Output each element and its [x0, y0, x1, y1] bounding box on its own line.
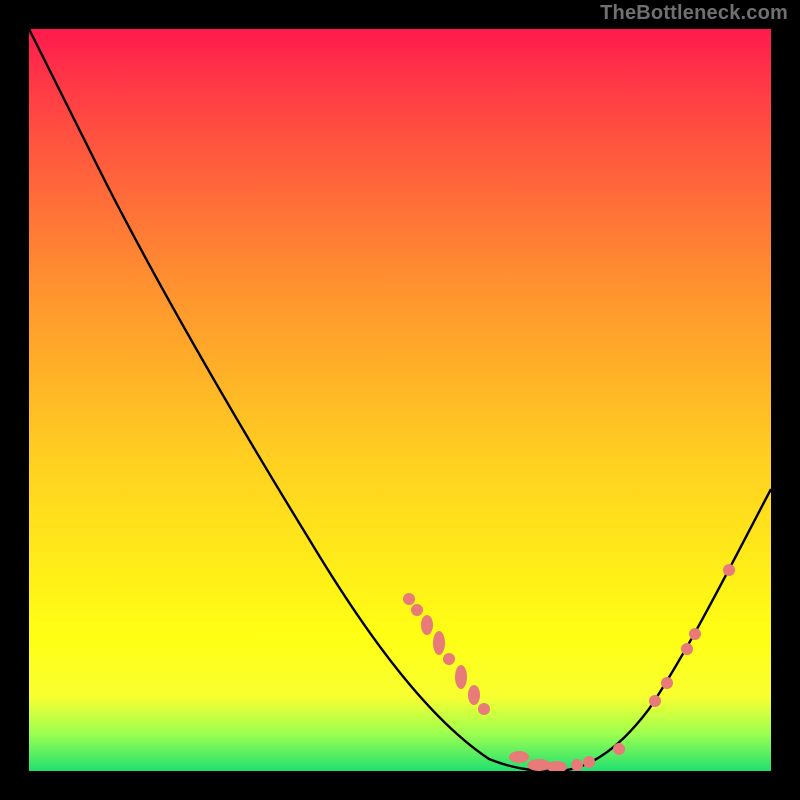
bottleneck-curve-svg — [29, 29, 771, 771]
bottleneck-curve-line — [29, 29, 771, 771]
chart-container: TheBottleneck.com — [0, 0, 800, 800]
watermark-text: TheBottleneck.com — [600, 2, 788, 25]
data-point-markers — [403, 564, 735, 771]
